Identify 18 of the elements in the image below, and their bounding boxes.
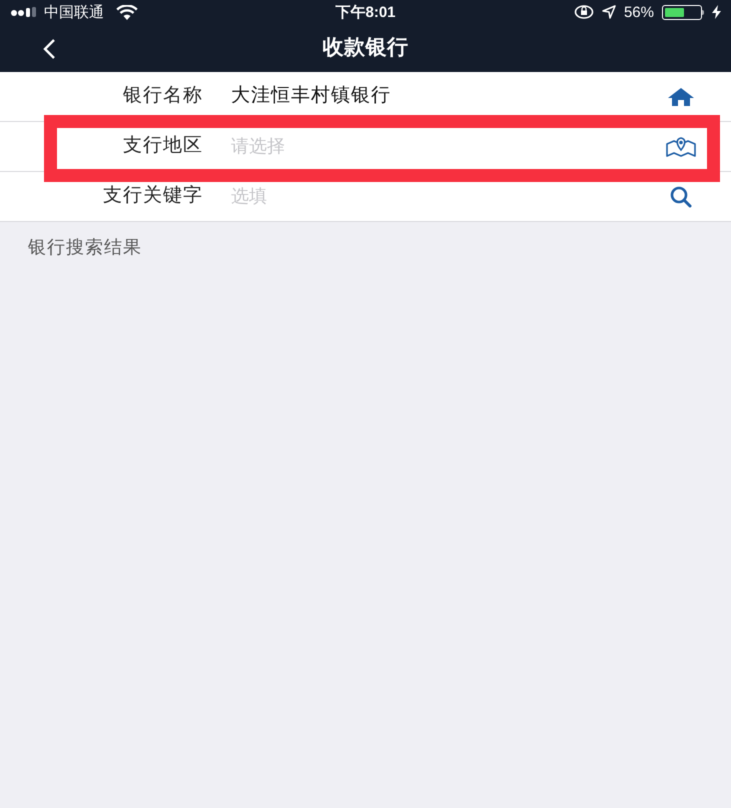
- map-pin-icon: [665, 136, 697, 158]
- carrier-name: 中国联通: [44, 4, 104, 20]
- field-label: 支行关键字: [102, 184, 203, 208]
- battery-icon: [662, 4, 704, 20]
- field-value: 大洼恒丰村镇银行: [231, 84, 392, 108]
- field-label: 银行名称: [122, 84, 203, 108]
- input-field[interactable]: 选填: [231, 183, 631, 210]
- rotation-lock-icon: [574, 5, 594, 19]
- section-header: 银行搜索结果: [27, 236, 143, 259]
- wifi-icon: [116, 4, 138, 20]
- battery-percentage: 56%: [624, 4, 654, 20]
- location-arrow-icon: [602, 5, 616, 19]
- input-field[interactable]: 请选择: [231, 133, 631, 160]
- field-label: 支行地区: [122, 134, 203, 158]
- signal-icon: [10, 7, 38, 17]
- screen-title: 收款银行: [322, 35, 409, 62]
- home-icon: [667, 86, 695, 106]
- clock: 下午8:01: [334, 4, 397, 20]
